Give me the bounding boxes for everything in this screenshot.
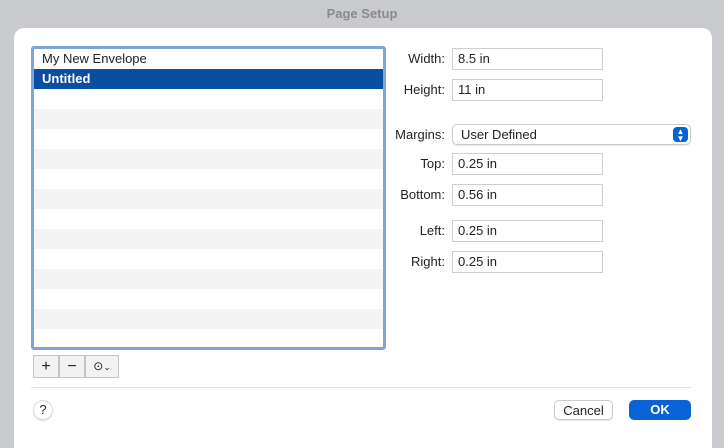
top-label: Top: xyxy=(420,156,445,171)
empty-row xyxy=(34,109,383,129)
width-input[interactable]: 8.5 in xyxy=(452,48,603,70)
width-label: Width: xyxy=(408,51,445,66)
height-input[interactable]: 11 in xyxy=(452,79,603,101)
divider xyxy=(31,387,691,388)
help-button[interactable]: ? xyxy=(33,400,53,420)
top-input[interactable]: 0.25 in xyxy=(452,153,603,175)
list-item-selected[interactable]: Untitled xyxy=(34,69,383,89)
left-label: Left: xyxy=(419,223,445,238)
up-down-chevron-icon: ▲ ▼ xyxy=(673,127,688,143)
right-label: Right: xyxy=(411,254,445,269)
bottom-label: Bottom: xyxy=(400,187,445,202)
margins-popup[interactable]: User Defined ▲ ▼ xyxy=(452,124,691,145)
add-button[interactable]: + xyxy=(33,355,59,378)
margins-label: Margins: xyxy=(395,127,445,142)
empty-row xyxy=(34,269,383,289)
empty-row xyxy=(34,229,383,249)
bottom-input[interactable]: 0.56 in xyxy=(452,184,603,206)
remove-button[interactable]: − xyxy=(59,355,85,378)
empty-row xyxy=(34,289,383,309)
cancel-button[interactable]: Cancel xyxy=(554,400,613,420)
empty-row xyxy=(34,329,383,347)
ok-button[interactable]: OK xyxy=(629,400,691,420)
list-item[interactable]: My New Envelope xyxy=(34,49,383,69)
window-title: Page Setup xyxy=(326,6,398,21)
chevron-down-icon: ⌄ xyxy=(103,362,111,372)
height-label: Height: xyxy=(403,82,445,97)
empty-row xyxy=(34,209,383,229)
empty-row xyxy=(34,169,383,189)
left-input[interactable]: 0.25 in xyxy=(452,220,603,242)
empty-row xyxy=(34,149,383,169)
margins-value: User Defined xyxy=(461,127,537,142)
empty-row xyxy=(34,189,383,209)
gear-icon: ⊙ xyxy=(93,359,104,373)
empty-row xyxy=(34,89,383,109)
action-menu-button[interactable]: ⊙⌄ xyxy=(85,355,119,378)
paper-size-list[interactable]: My New Envelope Untitled xyxy=(31,46,386,350)
empty-row xyxy=(34,309,383,329)
right-input[interactable]: 0.25 in xyxy=(452,251,603,273)
empty-row xyxy=(34,129,383,149)
empty-row xyxy=(34,249,383,269)
